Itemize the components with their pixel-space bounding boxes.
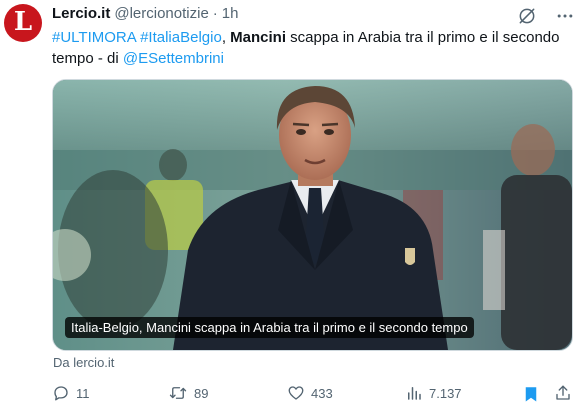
mute-icon[interactable] xyxy=(517,6,537,26)
avatar[interactable]: L xyxy=(4,4,42,42)
tweet-time[interactable]: 1h xyxy=(222,5,239,22)
mention-link[interactable]: @ESettembrini xyxy=(123,50,224,67)
views-count: 7.137 xyxy=(429,385,462,401)
action-bar: 11 89 433 7.137 xyxy=(52,384,572,404)
retweet-count: 89 xyxy=(194,385,209,401)
comma: , xyxy=(221,29,226,46)
like-button[interactable]: 433 xyxy=(287,384,333,402)
bookmark-button[interactable] xyxy=(522,384,540,404)
reply-icon xyxy=(52,384,70,402)
card-source[interactable]: Da lercio.it xyxy=(53,355,114,370)
hashtag-ultimora[interactable]: #ULTIMORA xyxy=(52,29,136,46)
hashtag-italiabelgio[interactable]: #ItaliaBelgio xyxy=(140,29,222,46)
share-button[interactable] xyxy=(554,384,572,402)
card-caption: Italia-Belgio, Mancini scappa in Arabia … xyxy=(65,317,474,338)
card-photo xyxy=(53,80,572,350)
tweet-top-actions xyxy=(517,6,575,26)
reply-button[interactable]: 11 xyxy=(52,384,90,402)
share-icon xyxy=(554,384,572,402)
retweet-icon xyxy=(168,384,188,402)
views-button[interactable]: 7.137 xyxy=(405,384,462,402)
reply-count: 11 xyxy=(76,385,90,401)
tweet-text: #ULTIMORA #ItaliaBelgio, Mancini scappa … xyxy=(52,27,572,69)
like-count: 433 xyxy=(311,385,333,401)
bold-name: Mancini xyxy=(230,29,286,46)
separator: · xyxy=(212,5,218,22)
author-handle[interactable]: @lercionotizie xyxy=(114,5,208,22)
like-icon xyxy=(287,384,305,402)
bookmark-icon xyxy=(522,384,540,404)
views-icon xyxy=(405,384,423,402)
author-name[interactable]: Lercio.it xyxy=(52,5,110,22)
media-card[interactable] xyxy=(52,79,573,351)
logo-icon: L xyxy=(13,7,33,37)
retweet-button[interactable]: 89 xyxy=(168,384,208,402)
more-icon[interactable] xyxy=(555,6,575,26)
tweet-header: Lercio.it @lercionotizie · 1h xyxy=(52,5,238,22)
